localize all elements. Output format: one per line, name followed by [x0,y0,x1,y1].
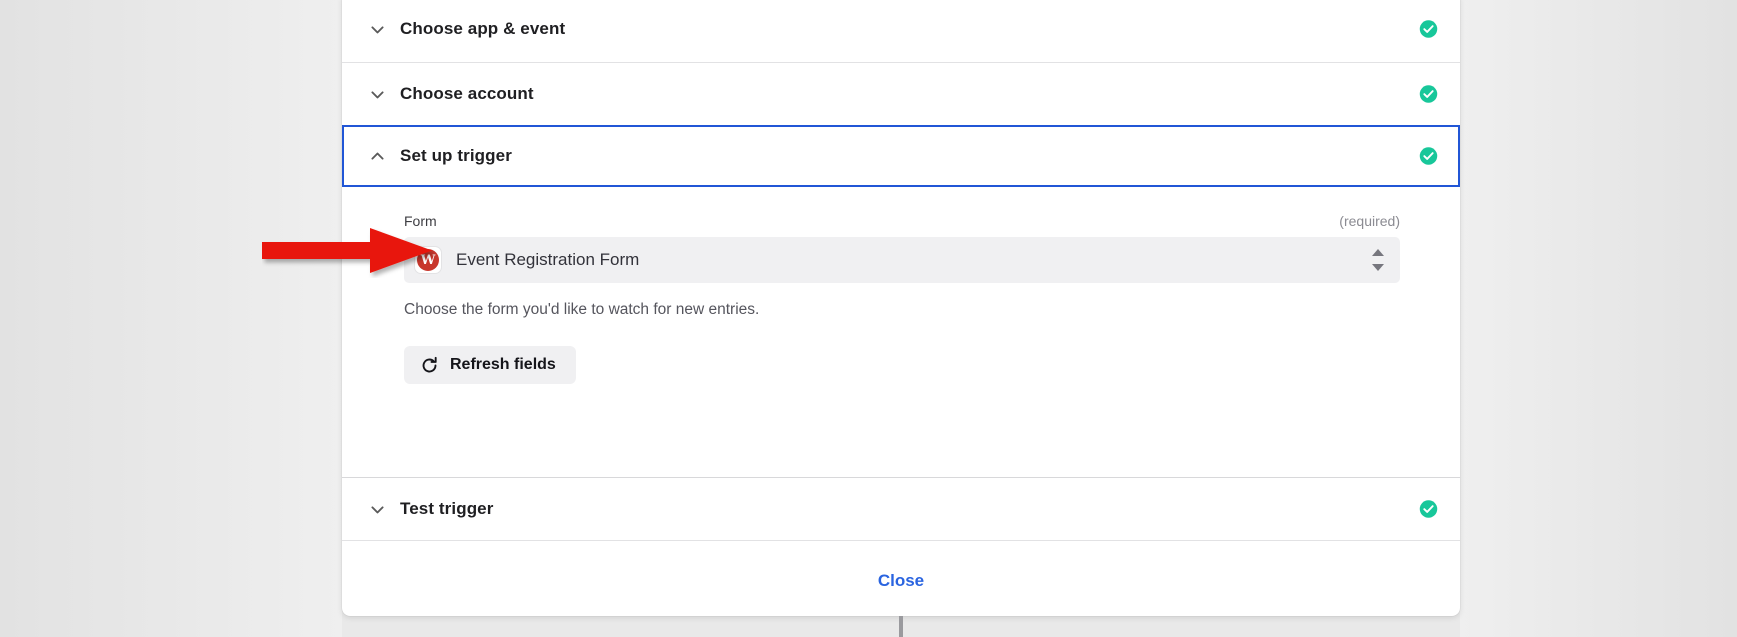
up-down-stepper-icon[interactable] [1372,249,1384,271]
card-footer: Close [342,541,1460,620]
form-select-value: Event Registration Form [456,250,640,269]
check-circle-icon-choose-account [1419,85,1438,104]
step-title-choose-account: Choose account [400,84,534,103]
page-background-right [1460,0,1737,637]
step-connector-line [899,616,903,637]
check-circle-icon-set-up-trigger [1419,147,1438,166]
stepper-up-triangle [1372,249,1384,256]
refresh-icon [420,356,439,375]
form-field-header: Form (required) [404,213,1400,229]
step-row-choose-app-event[interactable]: Choose app & event [342,0,1460,63]
step-row-test-trigger[interactable]: Test trigger [342,478,1460,541]
check-circle-icon-test-trigger [1419,500,1438,519]
form-field-label: Form [404,213,437,229]
chevron-down-icon[interactable] [364,81,390,107]
chevron-down-icon[interactable] [364,496,390,522]
stepper-down-triangle [1372,264,1384,271]
form-field-block: Form (required) W Event Registration For… [404,213,1400,384]
form-select-field[interactable]: W Event Registration Form [404,237,1400,283]
step-row-choose-account[interactable]: Choose account [342,63,1460,126]
step-title-choose-app-event: Choose app & event [400,19,566,38]
wufoo-app-icon-letter: W [417,249,439,271]
close-button[interactable]: Close [878,571,924,591]
step-row-set-up-trigger[interactable]: Set up trigger [342,125,1460,187]
check-circle-icon-choose-app-event [1419,20,1438,39]
step-title-set-up-trigger: Set up trigger [400,146,512,165]
screen: Choose app & event Choose account Set up… [0,0,1737,637]
set-up-trigger-panel: Form (required) W Event Registration For… [342,187,1460,478]
chevron-up-icon[interactable] [364,143,390,169]
page-background-left [0,0,342,637]
trigger-setup-card: Choose app & event Choose account Set up… [342,0,1460,616]
refresh-fields-button[interactable]: Refresh fields [404,346,576,384]
chevron-down-icon[interactable] [364,16,390,42]
form-field-required-tag: (required) [1339,213,1400,229]
step-title-test-trigger: Test trigger [400,499,494,518]
form-field-help-text: Choose the form you'd like to watch for … [404,301,760,318]
wufoo-app-icon: W [414,246,442,274]
refresh-fields-label: Refresh fields [450,356,556,373]
